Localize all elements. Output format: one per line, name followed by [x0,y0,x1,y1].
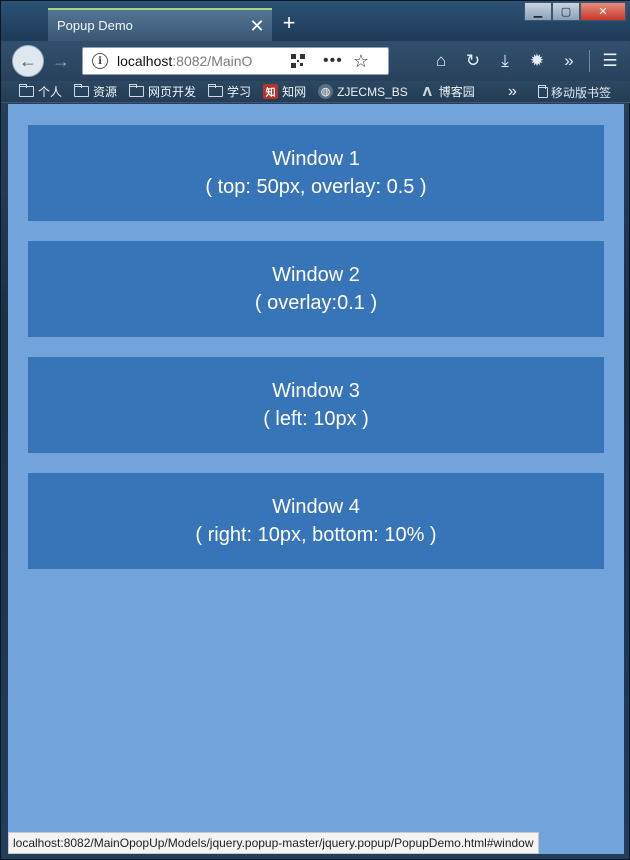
window-title: Window 3 [272,380,360,402]
minimize-button[interactable]: ▁ [524,2,552,21]
folder-icon [74,84,90,97]
tab-strip: Popup Demo ✕ + ▁ ▢ ✕ [1,1,630,41]
window-title: Window 1 [272,148,360,170]
window-title: Window 4 [272,496,360,518]
bookmark-label: 学习 [227,85,252,99]
hamburger-menu-icon[interactable]: ☰ [594,50,626,72]
window-options: ( left: 10px ) [263,408,369,430]
gear-icon[interactable]: ✹ [521,50,553,72]
bookmark-item-web-dev[interactable]: 网页开发 [129,83,196,100]
tab-title: Popup Demo [57,18,133,33]
window-options: ( top: 50px, overlay: 0.5 ) [205,176,427,198]
window-1-button[interactable]: Window 1 ( top: 50px, overlay: 0.5 ) [28,125,604,221]
bookmark-star-icon[interactable]: ☆ [353,51,369,72]
window-2-button[interactable]: Window 2 ( overlay:0.1 ) [28,241,604,337]
browser-window: Popup Demo ✕ + ▁ ▢ ✕ ← → i localhost:808… [0,0,630,860]
close-window-button[interactable]: ✕ [580,2,626,21]
window-3-button[interactable]: Window 3 ( left: 10px ) [28,357,604,453]
navigation-toolbar: ← → i localhost:8082/MainO ••• ☆ ⌂ ↻ ⤓ ✹… [1,41,630,81]
globe-icon: ◍ [318,84,334,99]
url-text[interactable]: localhost:8082/MainO [117,53,277,69]
bookmark-label: ZJECMS_BS [337,84,408,99]
toolbar-divider [589,50,590,72]
bookmark-item-zhiwang[interactable]: 知 知网 [263,83,306,100]
mobile-bookmarks-label: 移动版书签 [551,86,612,100]
info-icon[interactable]: i [92,53,108,69]
close-icon[interactable]: ✕ [246,15,268,37]
bookmark-item-zjecms[interactable]: ◍ ZJECMS_BS [318,84,408,99]
bookmarks-bar: 个人 资源 网页开发 学习 知 知网 ◍ ZJECMS_BS ᐱ 博客园 » 移… [1,81,630,103]
bookmark-item-personal[interactable]: 个人 [19,83,62,100]
maximize-button[interactable]: ▢ [552,2,580,21]
status-bar-url: localhost:8082/MainOpopUp/Models/jquery.… [8,832,539,854]
url-path: :8082/MainO [172,53,253,69]
toolbar-icons: ⌂ ↻ ⤓ ✹ » ☰ [425,50,626,72]
mobile-bookmarks-folder[interactable]: 移动版书签 [538,84,611,101]
bookmark-label: 个人 [38,85,63,99]
tab-popup-demo[interactable]: Popup Demo ✕ [48,8,272,41]
bookmark-item-resources[interactable]: 资源 [74,83,117,100]
window-controls: ▁ ▢ ✕ [524,2,626,21]
folder-icon [129,84,145,97]
window-options: ( right: 10px, bottom: 10% ) [195,524,437,546]
window-4-button[interactable]: Window 4 ( right: 10px, bottom: 10% ) [28,473,604,569]
bookmark-label: 资源 [93,85,118,99]
arrow-left-icon: ← [19,50,37,71]
bookmark-label: 博客园 [438,85,475,99]
reload-icon[interactable]: ↻ [457,50,489,72]
overflow-chevron-icon[interactable]: » [553,50,585,72]
download-icon[interactable]: ⤓ [489,50,521,72]
more-actions-icon[interactable]: ••• [323,52,343,70]
cnblogs-icon: ᐱ [422,84,432,99]
qr-code-icon[interactable] [291,54,305,68]
bookmark-item-study[interactable]: 学习 [208,83,251,100]
forward-button[interactable]: → [50,50,72,72]
window-title: Window 2 [272,264,360,286]
address-bar[interactable]: i localhost:8082/MainO ••• ☆ [82,47,389,75]
back-button[interactable]: ← [12,45,44,77]
url-host: localhost [117,53,173,69]
arrow-right-icon: → [52,50,70,71]
window-options: ( overlay:0.1 ) [254,292,378,314]
home-icon[interactable]: ⌂ [425,50,457,72]
folder-icon [538,85,548,98]
bookmark-item-cnblogs[interactable]: ᐱ 博客园 [420,83,475,100]
bookmark-label: 网页开发 [148,85,197,99]
zhiwang-icon: 知 [263,84,279,99]
page-content: Window 1 ( top: 50px, overlay: 0.5 ) Win… [8,104,624,854]
bookmark-label: 知网 [282,85,307,99]
bookmarks-overflow-icon[interactable]: » [508,83,517,101]
folder-icon [208,84,224,97]
new-tab-button[interactable]: + [277,11,301,35]
folder-icon [19,84,34,97]
